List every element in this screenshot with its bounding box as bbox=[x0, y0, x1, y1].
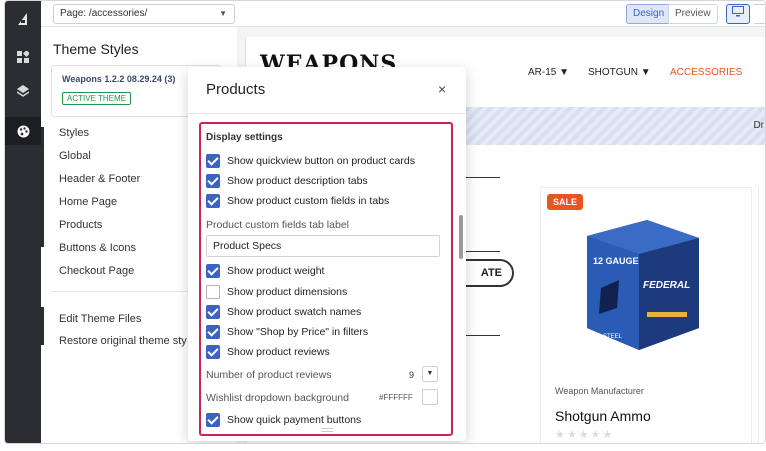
divider bbox=[464, 251, 500, 252]
reviews-count-label: Number of product reviews bbox=[206, 369, 332, 381]
option-label: Show product custom fields in tabs bbox=[227, 195, 390, 207]
active-theme-badge: ACTIVE THEME bbox=[62, 92, 131, 105]
chevron-down-icon: ▼ bbox=[219, 9, 227, 18]
option-label: Show product weight bbox=[227, 265, 325, 277]
nav-group-marker bbox=[41, 127, 44, 247]
checkbox-checked[interactable] bbox=[206, 413, 220, 427]
reviews-count-select[interactable]: ▼ bbox=[422, 366, 438, 382]
theme-editor-window: Page: /accessories/ ▼ Design Preview The… bbox=[4, 0, 766, 444]
checkbox-unchecked[interactable] bbox=[206, 285, 220, 299]
option-label: Show product reviews bbox=[227, 346, 330, 358]
divider bbox=[464, 335, 500, 336]
sidebar-item-home-page[interactable]: Home Page bbox=[59, 196, 117, 208]
close-icon[interactable]: × bbox=[438, 81, 446, 97]
checkbox-checked[interactable] bbox=[206, 154, 220, 168]
wishlist-bg-label: Wishlist dropdown background bbox=[206, 392, 349, 404]
theme-name: Weapons 1.2.2 08.29.24 (3) bbox=[62, 74, 176, 84]
ammo-box-label: 2¾ STEEL bbox=[593, 334, 623, 340]
drag-handle-icon[interactable] bbox=[321, 431, 333, 432]
product-card-partial[interactable] bbox=[758, 187, 765, 443]
desktop-view-icon[interactable] bbox=[726, 4, 750, 24]
checkbox-checked[interactable] bbox=[206, 325, 220, 339]
custom-tab-input[interactable]: Product Specs bbox=[206, 235, 440, 257]
checkbox-checked[interactable] bbox=[206, 264, 220, 278]
palette-icon[interactable] bbox=[5, 117, 41, 145]
checkbox-checked[interactable] bbox=[206, 194, 220, 208]
modal-title: Products bbox=[206, 81, 266, 98]
left-icon-rail bbox=[5, 1, 41, 443]
reviews-count-value: 9 bbox=[409, 370, 415, 380]
option-label: Show "Shop by Price" in filters bbox=[227, 326, 369, 338]
bigcommerce-logo-icon[interactable] bbox=[5, 5, 41, 33]
banner-text: Dr bbox=[753, 120, 764, 131]
option-label: Show quick payment buttons bbox=[227, 414, 362, 426]
product-manufacturer: Weapon Manufacturer bbox=[555, 386, 644, 396]
page-select[interactable]: Page: /accessories/ ▼ bbox=[53, 4, 235, 24]
design-tab[interactable]: Design bbox=[626, 4, 672, 24]
wishlist-color-swatch[interactable] bbox=[422, 389, 438, 405]
option-label: Show quickview button on product cards bbox=[227, 155, 415, 167]
rating-stars-icon: ★★★★★ bbox=[555, 429, 615, 441]
sidebar-item-styles[interactable]: Styles bbox=[59, 127, 89, 139]
option-label: Show product description tabs bbox=[227, 175, 368, 187]
sidebar-item-products[interactable]: Products bbox=[59, 219, 102, 231]
ammo-box-gauge: 12 GAUGE bbox=[593, 256, 639, 266]
widgets-icon[interactable] bbox=[5, 43, 41, 71]
product-card[interactable]: SALE 12 GAUGE FEDERAL 2¾ STEEL Weapon Ma… bbox=[540, 187, 752, 443]
option-label: Show product dimensions bbox=[227, 286, 348, 298]
products-settings-modal: Products × Display settings Show quickvi… bbox=[188, 67, 466, 441]
sidebar-item-checkout-page[interactable]: Checkout Page bbox=[59, 265, 134, 277]
checkbox-checked[interactable] bbox=[206, 345, 220, 359]
device-more-button[interactable] bbox=[754, 4, 765, 24]
nav-shotgun[interactable]: SHOTGUN ▼ bbox=[588, 67, 651, 78]
layers-icon[interactable] bbox=[5, 77, 41, 105]
section-title: Display settings bbox=[206, 132, 283, 143]
nav-ar15[interactable]: AR-15 ▼ bbox=[528, 67, 569, 78]
nav-group-marker bbox=[41, 307, 44, 345]
sale-badge: SALE bbox=[547, 194, 584, 210]
nav-accessories[interactable]: ACCESSORIES bbox=[670, 67, 742, 78]
sidebar-item-edit-theme-files[interactable]: Edit Theme Files bbox=[59, 313, 141, 325]
checkbox-checked[interactable] bbox=[206, 305, 220, 319]
sidebar-item-buttons-icons[interactable]: Buttons & Icons bbox=[59, 242, 136, 254]
checkbox-checked[interactable] bbox=[206, 174, 220, 188]
custom-tab-label: Product custom fields tab label bbox=[206, 219, 349, 231]
sidebar-item-global[interactable]: Global bbox=[59, 150, 91, 162]
panel-title: Theme Styles bbox=[53, 41, 139, 57]
ammo-box-brand: FEDERAL bbox=[643, 280, 690, 291]
option-label: Show product swatch names bbox=[227, 306, 362, 318]
divider bbox=[188, 113, 466, 114]
drag-handle-icon[interactable] bbox=[321, 428, 333, 429]
scrollbar-thumb[interactable] bbox=[459, 215, 463, 259]
ammo-box-image[interactable]: 12 GAUGE FEDERAL 2¾ STEEL bbox=[577, 216, 705, 356]
product-name[interactable]: Shotgun Ammo bbox=[555, 408, 651, 424]
divider bbox=[464, 177, 500, 178]
top-toolbar: Page: /accessories/ ▼ Design Preview bbox=[41, 1, 765, 27]
wishlist-bg-hex: #FFFFFF bbox=[379, 393, 413, 402]
sidebar-item-header-footer[interactable]: Header & Footer bbox=[59, 173, 140, 185]
page-select-value: Page: /accessories/ bbox=[60, 8, 148, 19]
display-settings-highlight bbox=[199, 122, 453, 436]
sidebar-item-restore-theme[interactable]: Restore original theme sty bbox=[59, 335, 187, 347]
preview-tab[interactable]: Preview bbox=[668, 4, 718, 24]
